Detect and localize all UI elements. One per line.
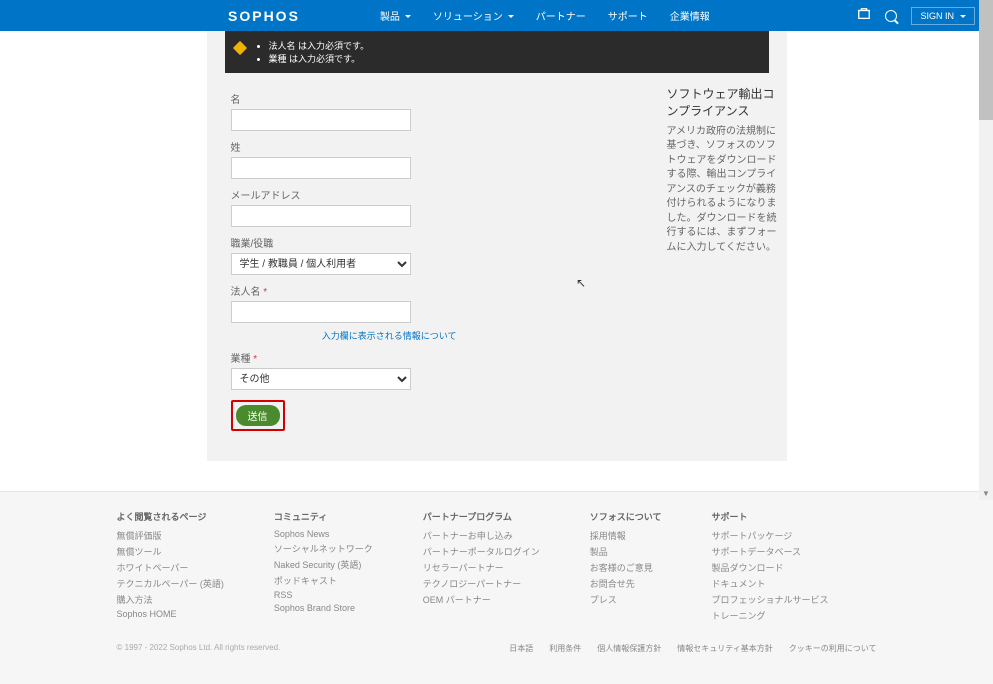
company-input[interactable] bbox=[231, 301, 411, 323]
footer-link[interactable]: プロフェッショナルサービス bbox=[711, 593, 828, 606]
error-item: 業種 は入力必須です。 bbox=[269, 52, 759, 65]
footer-col: よく閲覧されるページ無償評価版無償ツールホワイトペーパーテクニカルペーパー (英… bbox=[117, 510, 224, 625]
warning-icon bbox=[232, 41, 246, 55]
field-info-link[interactable]: 入力欄に表示される情報について bbox=[322, 329, 457, 342]
footer-col: コミュニティSophos NewsソーシャルネットワークNaked Securi… bbox=[274, 510, 373, 625]
submit-highlight: 送信 bbox=[231, 400, 285, 431]
scroll-down-icon[interactable]: ▼ bbox=[979, 486, 993, 500]
scrollbar[interactable]: ▲ ▼ bbox=[979, 0, 993, 500]
footer-link[interactable]: 無償ツール bbox=[117, 545, 224, 558]
legal-link[interactable]: クッキーの利用について bbox=[789, 643, 877, 654]
footer-link[interactable]: プレス bbox=[590, 593, 662, 606]
footer-link[interactable]: ソーシャルネットワーク bbox=[274, 542, 373, 555]
scroll-thumb[interactable] bbox=[979, 0, 993, 120]
store-icon[interactable] bbox=[857, 7, 871, 24]
footer-link[interactable]: パートナーポータルログイン bbox=[423, 545, 540, 558]
company-label: 法人名 * bbox=[231, 283, 483, 298]
footer-col: パートナープログラムパートナーお申し込みパートナーポータルログインリセラーパート… bbox=[423, 510, 540, 625]
nav-products[interactable]: 製品 bbox=[380, 8, 411, 23]
footer-link[interactable]: テクノロジーパートナー bbox=[423, 577, 540, 590]
footer-link[interactable]: ポッドキャスト bbox=[274, 574, 373, 587]
legal-link[interactable]: 利用条件 bbox=[549, 643, 581, 654]
nav-partners[interactable]: パートナー bbox=[536, 8, 586, 23]
nav-company[interactable]: 企業情報 bbox=[670, 8, 710, 23]
export-form: 名 姓 メールアドレス 職業/役職 学生 / 教職員 / 個人利用者 法人名 *… bbox=[207, 73, 507, 431]
footer-link[interactable]: 製品ダウンロード bbox=[711, 561, 828, 574]
copyright: © 1997 - 2022 Sophos Ltd. All rights res… bbox=[117, 643, 281, 654]
footer-link[interactable]: トレーニング bbox=[711, 609, 828, 622]
footer-link[interactable]: ホワイトペーパー bbox=[117, 561, 224, 574]
footer-link[interactable]: Sophos HOME bbox=[117, 609, 224, 619]
footer-link[interactable]: 採用情報 bbox=[590, 529, 662, 542]
nav-solutions[interactable]: ソリューション bbox=[433, 8, 514, 23]
lastname-input[interactable] bbox=[231, 157, 411, 179]
industry-label: 業種 * bbox=[231, 350, 483, 365]
legal-link[interactable]: 情報セキュリティ基本方針 bbox=[677, 643, 773, 654]
footer-link[interactable]: 無償評価版 bbox=[117, 529, 224, 542]
error-box: 法人名 は入力必須です。 業種 は入力必須です。 bbox=[225, 31, 769, 73]
footer-link[interactable]: リセラーパートナー bbox=[423, 561, 540, 574]
legal-link[interactable]: 個人情報保護方針 bbox=[597, 643, 661, 654]
footer-link[interactable]: テクニカルペーパー (英語) bbox=[117, 577, 224, 590]
footer-col: ソフォスについて採用情報製品お客様のご意見お問合せ先プレス bbox=[590, 510, 662, 625]
side-info: ソフトウェア輸出コンプライアンス アメリカ政府の法規制に基づき、ソフォスのソフト… bbox=[667, 86, 777, 255]
side-body: アメリカ政府の法規制に基づき、ソフォスのソフトウェアをダウンロードする際、輸出コ… bbox=[667, 125, 777, 256]
footer-link[interactable]: サポートデータベース bbox=[711, 545, 828, 558]
top-navbar: SOPHOS 製品 ソリューション パートナー サポート 企業情報 SIGN I… bbox=[0, 0, 993, 31]
footer-link[interactable]: Sophos Brand Store bbox=[274, 603, 373, 613]
footer-link[interactable]: ドキュメント bbox=[711, 577, 828, 590]
industry-select[interactable]: その他 bbox=[231, 368, 411, 390]
footer-link[interactable]: お客様のご意見 bbox=[590, 561, 662, 574]
page-body: 法人名 は入力必須です。 業種 は入力必須です。 名 姓 メールアドレス 職業/… bbox=[0, 31, 993, 491]
search-icon[interactable] bbox=[885, 10, 897, 22]
email-label: メールアドレス bbox=[231, 187, 483, 202]
role-label: 職業/役職 bbox=[231, 235, 483, 250]
email-input[interactable] bbox=[231, 205, 411, 227]
footer-link[interactable]: Naked Security (英語) bbox=[274, 558, 373, 571]
footer-link[interactable]: RSS bbox=[274, 590, 373, 600]
footer: よく閲覧されるページ無償評価版無償ツールホワイトペーパーテクニカルペーパー (英… bbox=[0, 491, 993, 684]
footer-link[interactable]: Sophos News bbox=[274, 529, 373, 539]
footer-link[interactable]: OEM パートナー bbox=[423, 593, 540, 606]
firstname-input[interactable] bbox=[231, 109, 411, 131]
footer-link[interactable]: 製品 bbox=[590, 545, 662, 558]
nav-support[interactable]: サポート bbox=[608, 8, 648, 23]
footer-link[interactable]: 購入方法 bbox=[117, 593, 224, 606]
footer-link[interactable]: お問合せ先 bbox=[590, 577, 662, 590]
firstname-label: 名 bbox=[231, 91, 483, 106]
main-nav: 製品 ソリューション パートナー サポート 企業情報 bbox=[380, 8, 710, 23]
submit-button[interactable]: 送信 bbox=[236, 405, 280, 426]
legal-link[interactable]: 日本語 bbox=[509, 643, 533, 654]
footer-link[interactable]: パートナーお申し込み bbox=[423, 529, 540, 542]
footer-link[interactable]: サポートパッケージ bbox=[711, 529, 828, 542]
side-title: ソフトウェア輸出コンプライアンス bbox=[667, 86, 777, 121]
signin-button[interactable]: SIGN IN bbox=[911, 7, 975, 25]
nav-right: SIGN IN bbox=[857, 7, 975, 25]
footer-col: サポートサポートパッケージサポートデータベース製品ダウンロードドキュメントプロフ… bbox=[711, 510, 828, 625]
role-select[interactable]: 学生 / 教職員 / 個人利用者 bbox=[231, 253, 411, 275]
lastname-label: 姓 bbox=[231, 139, 483, 154]
brand-logo[interactable]: SOPHOS bbox=[228, 8, 300, 24]
error-item: 法人名 は入力必須です。 bbox=[269, 39, 759, 52]
form-panel: 法人名 は入力必須です。 業種 は入力必須です。 名 姓 メールアドレス 職業/… bbox=[207, 31, 787, 461]
